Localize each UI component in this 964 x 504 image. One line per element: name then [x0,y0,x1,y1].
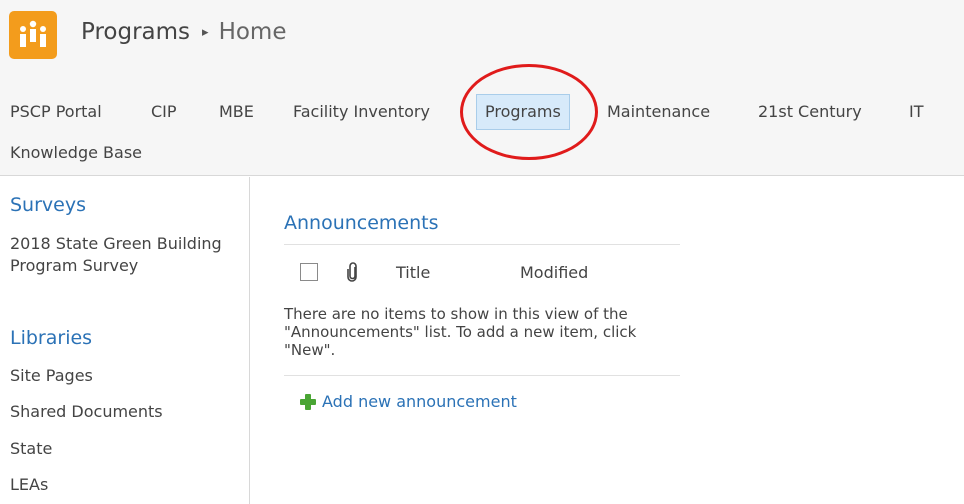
empty-list-message: There are no items to show in this view … [284,305,637,359]
nav-item-facility-inventory[interactable]: Facility Inventory [293,92,430,132]
suite-header: Programs ▸ Home [0,0,964,92]
quick-launch-item-state[interactable]: State [10,438,52,460]
nav-item-pscp-portal[interactable]: PSCP Portal [10,92,102,132]
top-nav-row: PSCP Portal CIP MBE Facility Inventory P… [0,92,964,132]
quick-launch-item-site-pages[interactable]: Site Pages [10,365,93,387]
people-group-icon [16,20,50,50]
paperclip-icon[interactable] [346,262,360,282]
list-column-header: Title Modified [284,260,680,286]
quick-launch: Surveys 2018 State Green Building Progra… [0,177,250,504]
quick-launch-heading-libraries[interactable]: Libraries [10,325,92,351]
plus-icon [300,394,316,410]
quick-launch-item-shared-documents[interactable]: Shared Documents [10,401,163,423]
select-all-checkbox[interactable] [300,263,318,281]
breadcrumb-separator-icon: ▸ [202,25,209,40]
web-part-title[interactable]: Announcements [284,210,439,236]
breadcrumb-current-page: Home [218,19,287,45]
site-logo[interactable] [9,11,57,59]
breadcrumb: Programs ▸ Home [81,16,286,48]
column-header-title[interactable]: Title [396,260,430,286]
add-new-announcement-link[interactable]: Add new announcement [300,391,517,413]
column-header-modified[interactable]: Modified [520,260,588,286]
quick-launch-item-green-building-survey[interactable]: 2018 State Green Building Program Survey [10,233,245,277]
nav-item-programs[interactable]: Programs [476,94,570,130]
nav-item-mbe[interactable]: MBE [219,92,254,132]
footer-divider [284,375,680,376]
nav-item-knowledge-base[interactable]: Knowledge Base [10,140,142,166]
top-navigation-bar: PSCP Portal CIP MBE Facility Inventory P… [0,92,964,176]
nav-item-it[interactable]: IT [909,92,924,132]
add-new-announcement-label[interactable]: Add new announcement [322,391,517,413]
nav-item-maintenance[interactable]: Maintenance [607,92,710,132]
nav-item-cip[interactable]: CIP [151,92,177,132]
breadcrumb-site-link[interactable]: Programs [81,16,190,48]
title-divider [284,244,680,245]
quick-launch-item-leas[interactable]: LEAs [10,474,48,496]
quick-launch-heading-surveys[interactable]: Surveys [10,192,86,218]
nav-item-21st-century[interactable]: 21st Century [758,92,862,132]
